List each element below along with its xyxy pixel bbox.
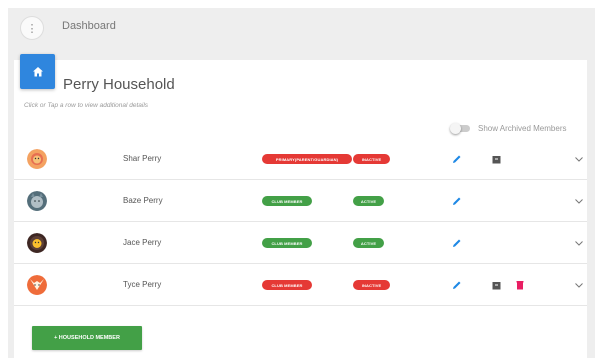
delete-icon[interactable] [514, 279, 526, 291]
role-badge: CLUB MEMBER [262, 238, 312, 248]
toggle-knob[interactable] [450, 123, 461, 134]
status-badge: ACTIVE [353, 238, 384, 248]
page-title: Dashboard [62, 20, 116, 32]
chevron-down-icon[interactable] [573, 279, 585, 291]
member-row[interactable]: Tyce Perry CLUB MEMBER INACTIVE [14, 265, 587, 306]
member-name: Tyce Perry [123, 280, 162, 289]
member-row[interactable]: Jace Perry CLUB MEMBER ACTIVE [14, 223, 587, 264]
toggle-track[interactable] [450, 123, 470, 134]
home-button[interactable] [20, 54, 55, 89]
home-icon [32, 66, 43, 76]
show-archived-label: Show Archived Members [478, 124, 567, 133]
top-bar: ⋮ Dashboard [8, 8, 595, 58]
status-badge: ACTIVE [353, 196, 384, 206]
row-hint-text: Click or Tap a row to view additional de… [24, 102, 149, 109]
chevron-down-icon[interactable] [573, 237, 585, 249]
edit-icon[interactable] [451, 237, 463, 249]
archive-icon[interactable] [490, 279, 502, 291]
fox-avatar-icon [27, 275, 47, 295]
edit-icon[interactable] [451, 279, 463, 291]
household-title: Perry Household [63, 76, 175, 93]
member-name: Shar Perry [123, 154, 162, 163]
menu-button[interactable]: ⋮ [20, 16, 44, 40]
household-card: Perry Household Click or Tap a row to vi… [14, 54, 587, 358]
role-badge: CLUB MEMBER [262, 196, 312, 206]
role-badge: PRIMARY(PARENT/GUARDIAN) [262, 154, 352, 164]
lion-avatar-icon [27, 149, 47, 169]
member-name: Jace Perry [123, 238, 162, 247]
chevron-down-icon[interactable] [573, 153, 585, 165]
member-row[interactable]: Baze Perry CLUB MEMBER ACTIVE [14, 181, 587, 222]
member-row[interactable]: Shar Perry PRIMARY(PARENT/GUARDIAN) INAC… [14, 139, 587, 180]
member-name: Baze Perry [123, 196, 163, 205]
status-badge: INACTIVE [353, 280, 390, 290]
chevron-down-icon[interactable] [573, 195, 585, 207]
role-badge: CLUB MEMBER [262, 280, 312, 290]
edit-icon[interactable] [451, 153, 463, 165]
archive-icon[interactable] [490, 153, 502, 165]
wolf-avatar-icon [27, 191, 47, 211]
lion-avatar-icon [27, 233, 47, 253]
show-archived-toggle[interactable]: Show Archived Members [450, 123, 567, 134]
edit-icon[interactable] [451, 195, 463, 207]
status-badge: INACTIVE [353, 154, 390, 164]
add-household-member-button[interactable]: + HOUSEHOLD MEMBER [32, 326, 142, 350]
